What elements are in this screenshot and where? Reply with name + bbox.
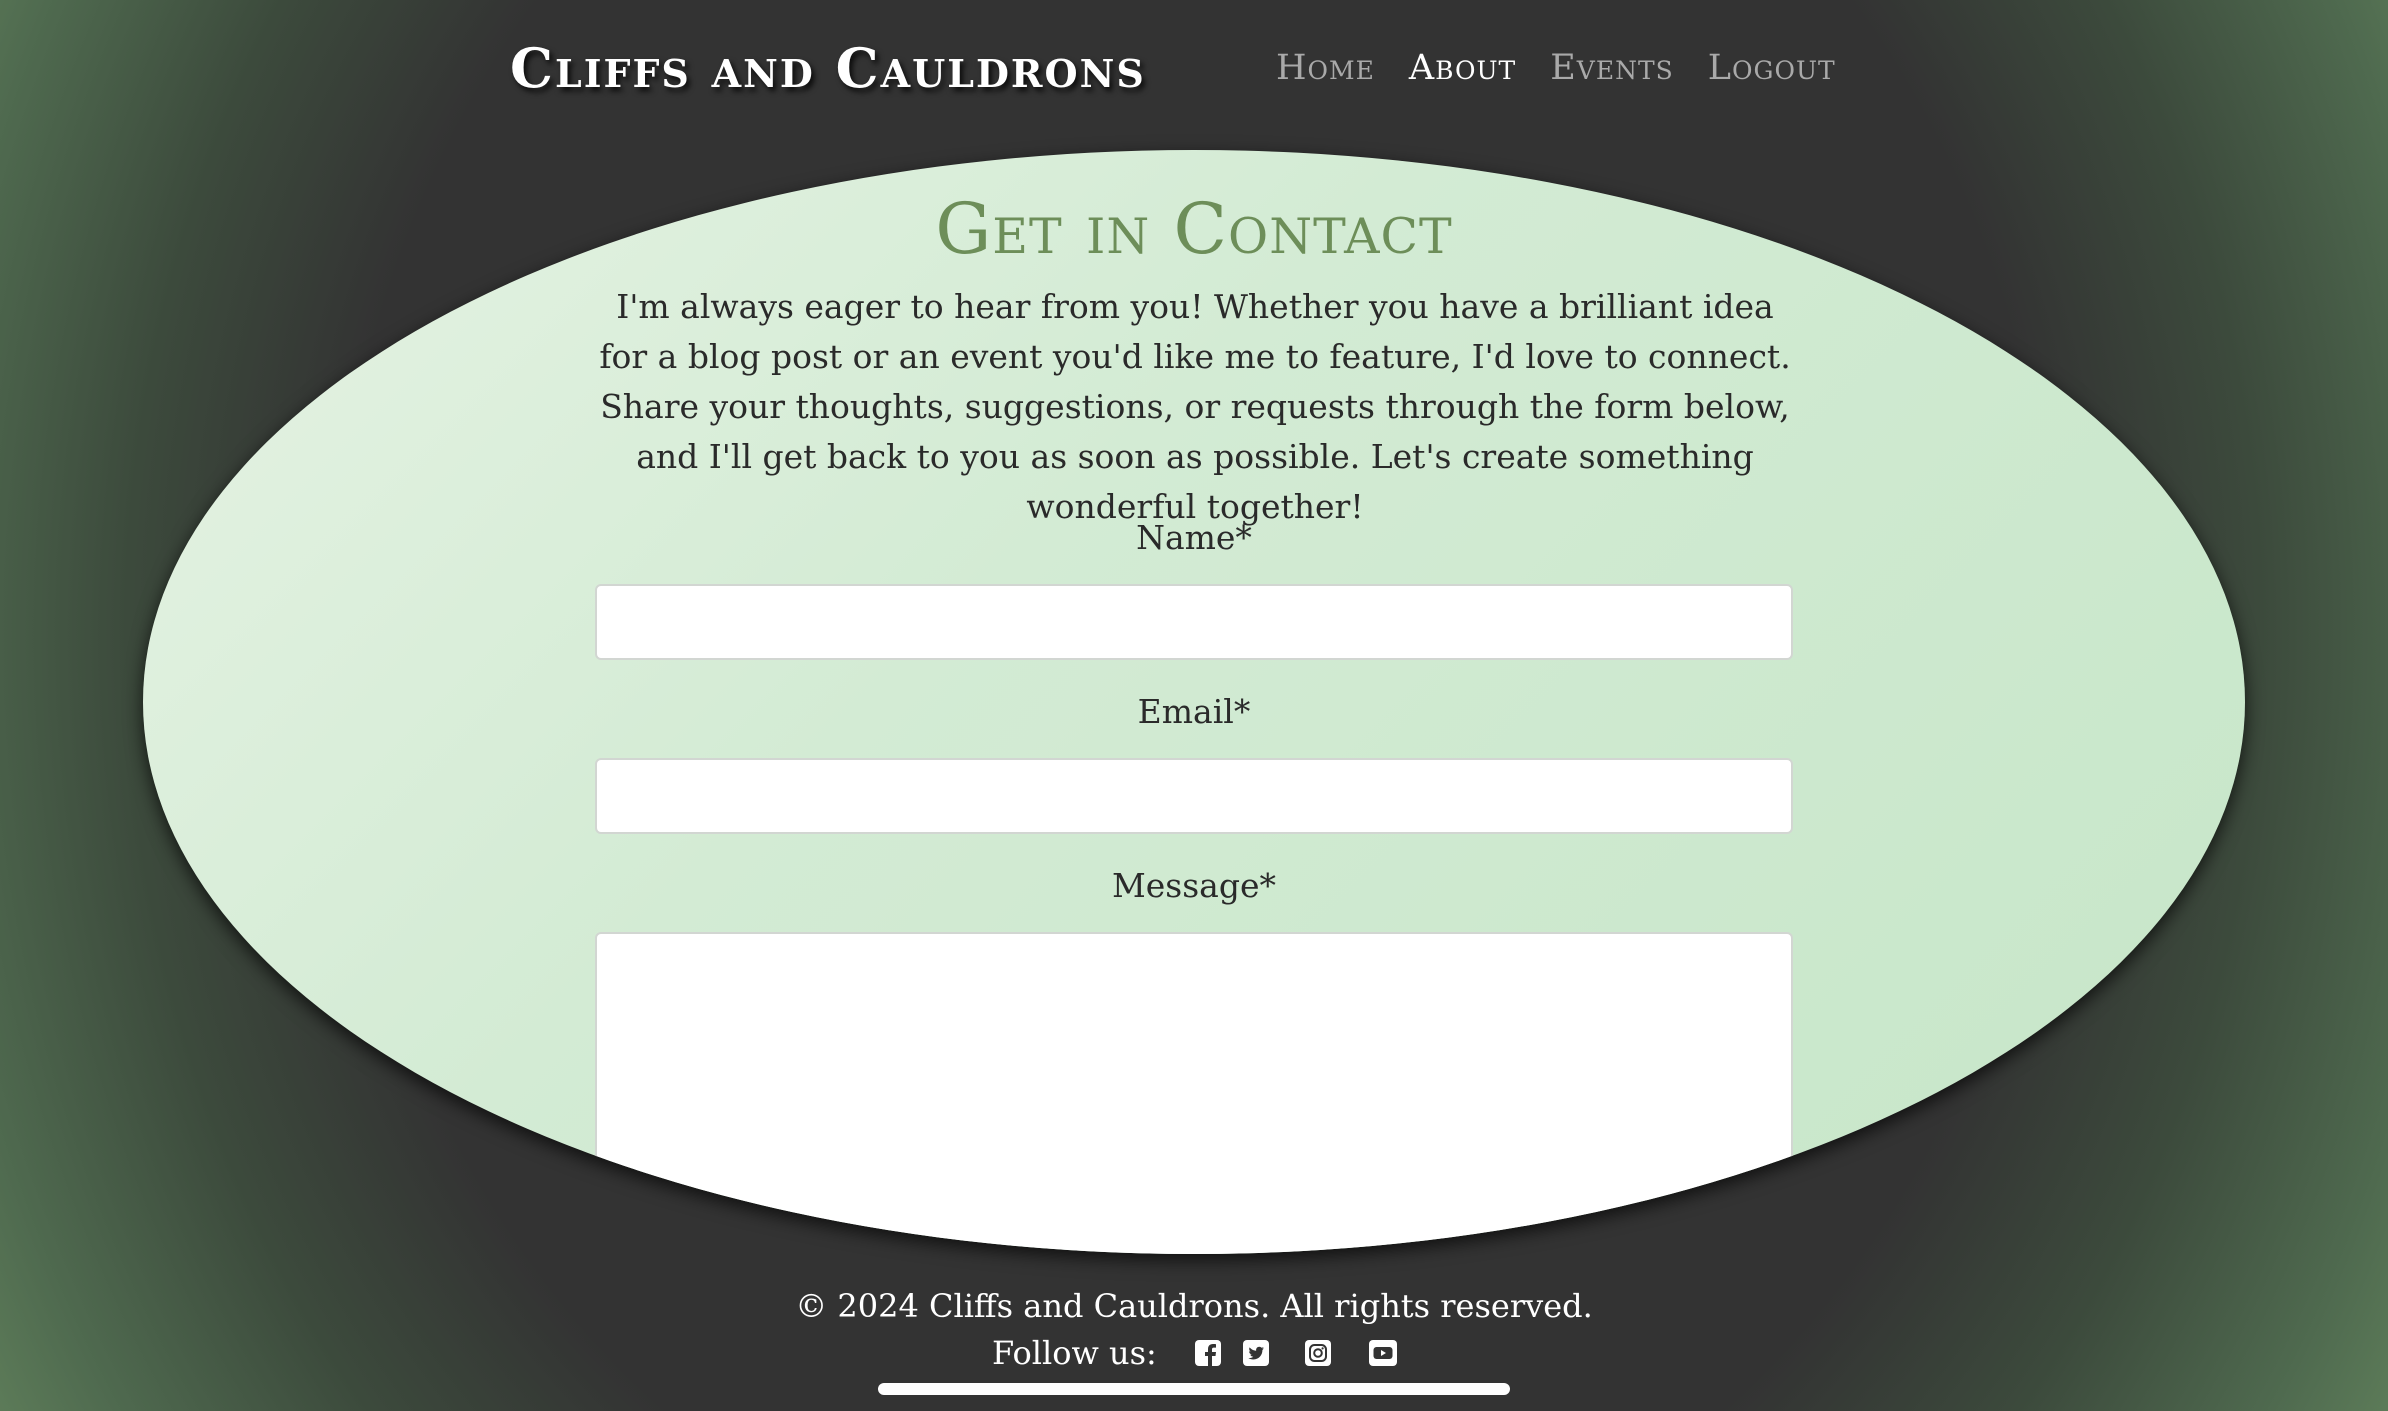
copyright-text: © 2024 Cliffs and Cauldrons. All rights … [795,1287,1593,1325]
facebook-icon[interactable] [1194,1340,1221,1366]
follow-label: Follow us: [992,1334,1157,1372]
follow-us: Follow us: [992,1334,1417,1372]
youtube-icon[interactable] [1368,1340,1397,1366]
twitter-icon[interactable] [1242,1340,1269,1366]
message-clip [143,150,2245,1254]
footer-bar [878,1383,1510,1395]
instagram-icon[interactable] [1304,1340,1331,1366]
message-textarea[interactable] [595,932,1793,1254]
